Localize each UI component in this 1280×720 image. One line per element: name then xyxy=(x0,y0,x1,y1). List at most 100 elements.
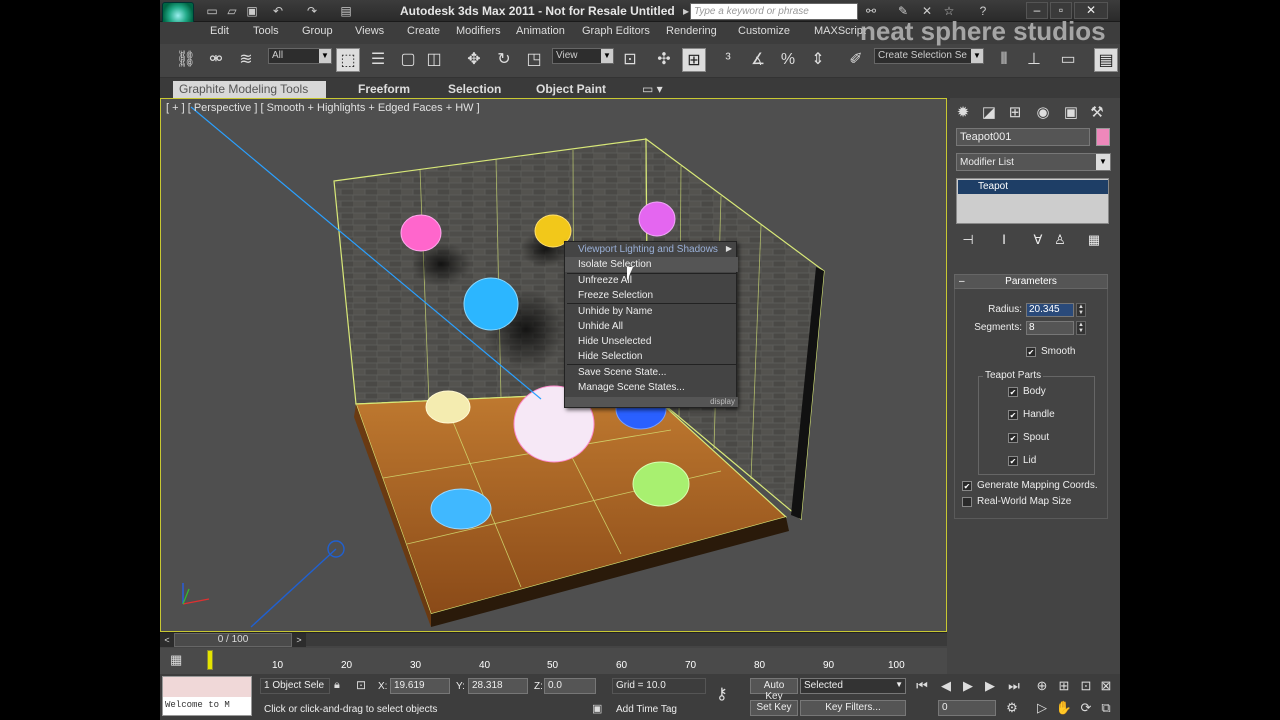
graphite-toggle-icon[interactable]: ▤ xyxy=(1094,48,1118,72)
x-coordinate-field[interactable]: 19.619 xyxy=(390,678,450,694)
percent-snap-icon[interactable]: % xyxy=(776,48,800,72)
object-name-field[interactable]: Teapot001 xyxy=(956,128,1090,146)
unlink-icon[interactable]: ⚮ xyxy=(204,48,228,72)
selection-region-icon[interactable]: ▢ xyxy=(396,48,420,72)
modify-tab-icon[interactable]: ◪ xyxy=(978,102,1000,124)
current-frame-field[interactable]: 0 xyxy=(938,700,996,716)
segments-spinner[interactable]: 8 xyxy=(1026,321,1074,335)
menu-modifiers[interactable]: Modifiers xyxy=(456,25,501,37)
hierarchy-tab-icon[interactable]: ⊞ xyxy=(1004,102,1026,124)
menu-item-save-scene-state[interactable]: Save Scene State... xyxy=(565,365,738,380)
viewport-label[interactable]: [ + ] [ Perspective ] [ Smooth + Highlig… xyxy=(166,102,480,114)
modifier-list-dropdown[interactable]: Modifier List ▼ xyxy=(956,153,1111,171)
time-configuration-icon[interactable]: ⚙ xyxy=(1002,698,1022,718)
motion-tab-icon[interactable]: ◉ xyxy=(1032,102,1054,124)
menu-edit[interactable]: Edit xyxy=(210,25,229,37)
menu-customize[interactable]: Customize xyxy=(738,25,790,37)
time-slider-next-icon[interactable]: > xyxy=(292,633,306,647)
save-icon[interactable]: ▣ xyxy=(244,3,260,19)
menu-create[interactable]: Create xyxy=(407,25,440,37)
orbit-icon[interactable]: ⟳ xyxy=(1076,698,1096,718)
set-key-button[interactable]: Set Key xyxy=(750,700,798,716)
time-slider-thumb[interactable]: 0 / 100 xyxy=(174,633,292,647)
real-world-map-size-checkbox[interactable] xyxy=(962,497,972,507)
go-to-start-icon[interactable]: ⏮ xyxy=(912,676,932,696)
angle-snap-icon[interactable]: ∡ xyxy=(746,48,770,72)
open-mini-curve-editor-icon[interactable]: ▦ xyxy=(170,652,188,668)
maxscript-listener[interactable]: Welcome to M xyxy=(162,676,252,716)
window-crossing-icon[interactable]: ◫ xyxy=(422,48,446,72)
snaps-toggle-icon[interactable]: ³ xyxy=(716,48,740,72)
next-frame-icon[interactable]: ▶ xyxy=(980,676,1000,696)
reference-coordinate-dropdown[interactable]: View ▼ xyxy=(552,48,614,64)
create-tab-icon[interactable]: ✹ xyxy=(952,102,974,124)
redo-icon[interactable]: ↷ xyxy=(304,3,320,19)
align-icon[interactable]: ⊥ xyxy=(1022,48,1046,72)
tab-graphite-modeling-tools[interactable]: Graphite Modeling Tools xyxy=(173,81,326,98)
menu-item-freeze-selection[interactable]: Freeze Selection xyxy=(565,288,738,303)
menu-graph-editors[interactable]: Graph Editors xyxy=(582,25,650,37)
select-and-link-icon[interactable]: ⛓ xyxy=(174,48,198,72)
spinner-snap-icon[interactable]: ⇕ xyxy=(806,48,830,72)
menu-item-unhide-all[interactable]: Unhide All xyxy=(565,319,738,334)
menu-tools[interactable]: Tools xyxy=(253,25,279,37)
zoom-icon[interactable]: ⊕ xyxy=(1032,676,1052,696)
selection-lock-icon[interactable]: 🔒︎ xyxy=(334,679,340,692)
menu-views[interactable]: Views xyxy=(355,25,384,37)
remove-modifier-icon[interactable]: ♙ xyxy=(1050,230,1070,250)
menu-maxscript[interactable]: MAXScript xyxy=(814,25,866,37)
menu-rendering[interactable]: Rendering xyxy=(666,25,717,37)
z-coordinate-field[interactable]: 0.0 xyxy=(544,678,596,694)
named-selection-set-dropdown[interactable]: Create Selection Se ▼ xyxy=(874,48,984,64)
select-object-icon[interactable]: ⬚ xyxy=(336,48,360,72)
maximize-viewport-icon[interactable]: ⧉ xyxy=(1096,698,1116,718)
new-file-icon[interactable]: ▭ xyxy=(204,3,220,19)
move-icon[interactable]: ✥ xyxy=(462,48,486,72)
open-folder-icon[interactable]: ▱ xyxy=(224,3,240,19)
menu-item-hide-selection[interactable]: Hide Selection xyxy=(565,349,738,364)
radius-spinner[interactable]: 20.345 xyxy=(1026,303,1074,317)
ribbon-options-icon[interactable]: ▭ ▾ xyxy=(636,81,669,98)
smooth-checkbox[interactable]: ✔ xyxy=(1026,347,1036,357)
search-input[interactable]: Type a keyword or phrase xyxy=(690,3,858,20)
radius-spinner-arrows[interactable]: ▲ ▼ xyxy=(1076,303,1086,317)
spout-checkbox[interactable]: ✔ xyxy=(1008,433,1018,443)
layer-manager-icon[interactable]: ▭ xyxy=(1056,48,1080,72)
frame-playhead[interactable] xyxy=(207,650,213,670)
zoom-extents-all-icon[interactable]: ⊠ xyxy=(1096,676,1116,696)
previous-frame-icon[interactable]: ◀ xyxy=(936,676,956,696)
go-to-end-icon[interactable]: ⏭ xyxy=(1004,676,1024,696)
selected-dropdown[interactable]: Selected ▼ xyxy=(800,678,906,694)
utilities-tab-icon[interactable]: ⚒ xyxy=(1086,102,1108,124)
menu-item-viewport-lighting[interactable]: Viewport Lighting and Shadows xyxy=(565,242,738,257)
selection-filter-dropdown[interactable]: All ▼ xyxy=(268,48,332,64)
keyboard-shortcut-override-icon[interactable]: ⊞ xyxy=(682,48,706,72)
play-icon[interactable]: ▶ xyxy=(958,676,978,696)
menu-item-unfreeze-all[interactable]: Unfreeze All xyxy=(565,273,738,288)
configure-modifier-sets-icon[interactable]: ▦ xyxy=(1084,230,1104,250)
menu-item-isolate-selection[interactable]: Isolate Selection xyxy=(565,257,738,272)
zoom-extents-icon[interactable]: ⊡ xyxy=(1076,676,1096,696)
zoom-all-icon[interactable]: ⊞ xyxy=(1054,676,1074,696)
add-time-tag-button[interactable]: Add Time Tag xyxy=(616,704,677,715)
time-tag-icon[interactable]: ▣ xyxy=(592,702,602,715)
make-unique-icon[interactable]: ∀ xyxy=(1028,230,1048,250)
rotate-icon[interactable]: ↻ xyxy=(492,48,516,72)
select-manipulate-icon[interactable]: ✣ xyxy=(652,48,676,72)
field-of-view-icon[interactable]: ▷ xyxy=(1032,698,1052,718)
display-tab-icon[interactable]: ▣ xyxy=(1060,102,1082,124)
segments-spinner-arrows[interactable]: ▲ ▼ xyxy=(1076,321,1086,335)
menu-item-unhide-by-name[interactable]: Unhide by Name xyxy=(565,304,738,319)
menu-item-hide-unselected[interactable]: Hide Unselected xyxy=(565,334,738,349)
time-slider[interactable]: < 0 / 100 > xyxy=(160,632,947,647)
pin-stack-icon[interactable]: ⊣ xyxy=(958,230,978,250)
maxscript-input[interactable] xyxy=(163,677,251,697)
auto-key-button[interactable]: Auto Key xyxy=(750,678,798,702)
select-by-name-icon[interactable]: ☰ xyxy=(366,48,390,72)
y-coordinate-field[interactable]: 28.318 xyxy=(468,678,528,694)
pan-icon[interactable]: ✋ xyxy=(1054,698,1074,718)
undo-icon[interactable]: ↶ xyxy=(270,3,286,19)
project-folder-icon[interactable]: ▤ xyxy=(338,3,354,19)
mirror-icon[interactable]: ⫴ xyxy=(992,48,1016,72)
pivot-center-icon[interactable]: ⊡ xyxy=(618,48,642,72)
